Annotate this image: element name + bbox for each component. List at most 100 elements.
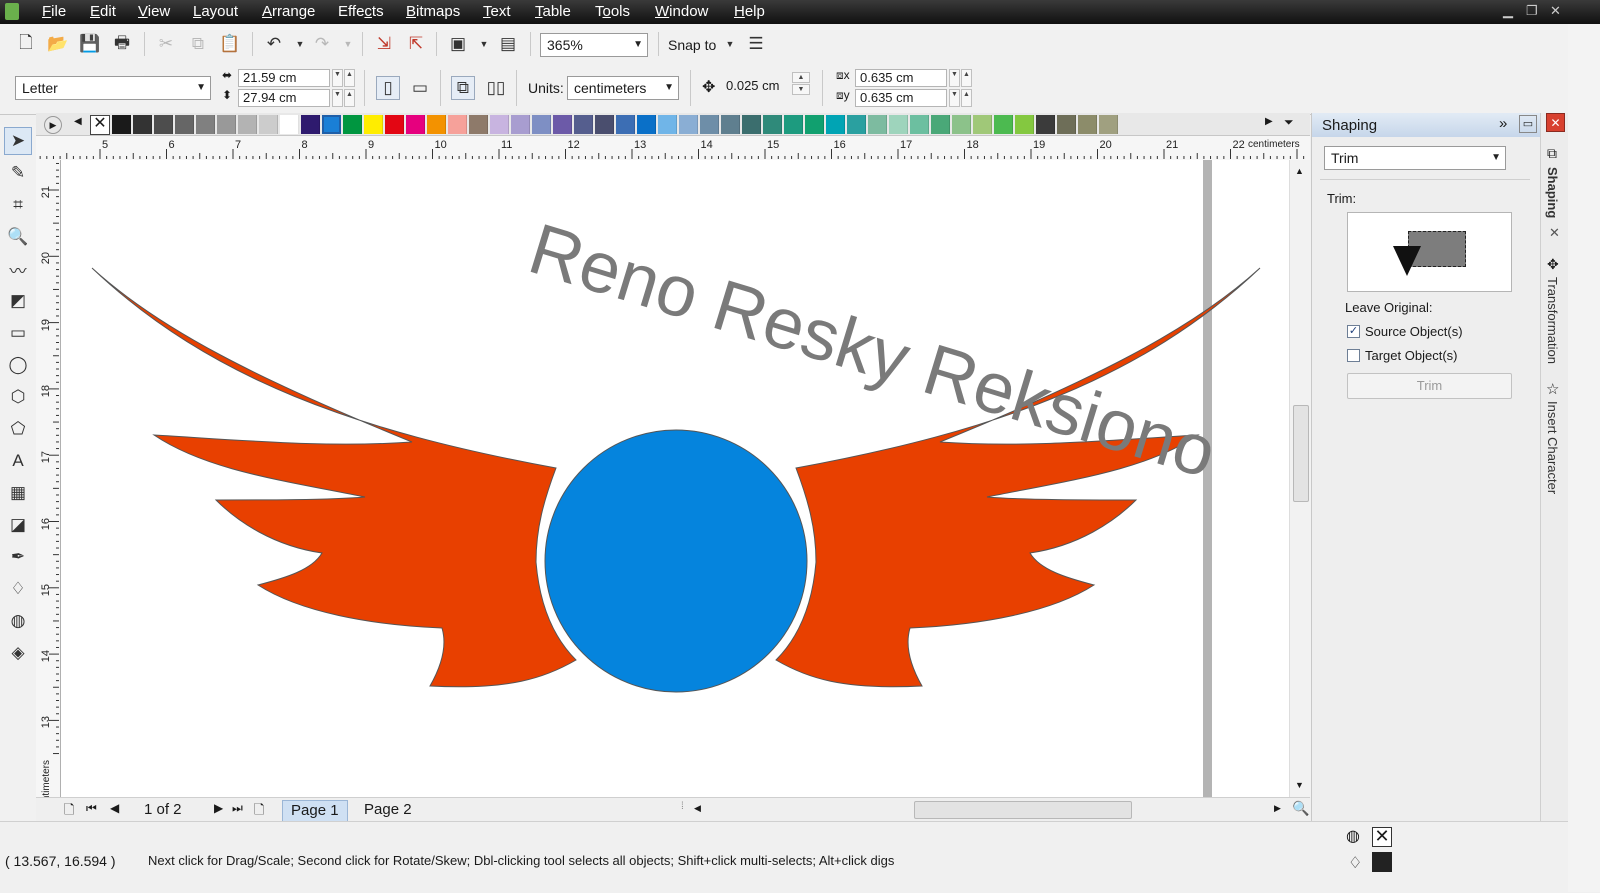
tab-shaping[interactable]: Shaping — [1545, 167, 1560, 218]
color-swatch[interactable] — [973, 115, 992, 134]
duplicate-y-field[interactable]: 0.635 cm — [855, 89, 947, 107]
collapse-docker-icon[interactable]: » — [1499, 115, 1507, 132]
color-swatch[interactable] — [1057, 115, 1076, 134]
color-swatch[interactable] — [532, 115, 551, 134]
color-swatch[interactable] — [133, 115, 152, 134]
cut-icon[interactable]: ✂ — [154, 32, 178, 56]
menu-bitmaps[interactable]: Bitmaps — [406, 3, 460, 20]
tab-page-2[interactable]: Page 2 — [356, 800, 420, 820]
add-page-after-icon[interactable]: 🗋 — [254, 801, 264, 823]
color-swatch[interactable] — [511, 115, 530, 134]
color-swatch[interactable] — [238, 115, 257, 134]
tab-insert-character[interactable]: Insert Character — [1545, 401, 1560, 494]
scroll-down-icon[interactable]: ▼ — [1295, 780, 1304, 790]
zoom-navigator-icon[interactable]: 🔍 — [1292, 800, 1309, 817]
color-swatch[interactable] — [784, 115, 803, 134]
color-swatch[interactable] — [1099, 115, 1118, 134]
height-spinner-up-icon[interactable]: ▲ — [344, 89, 355, 107]
minimize-docker-icon[interactable]: ▭ — [1519, 115, 1537, 133]
color-swatch[interactable] — [994, 115, 1013, 134]
color-swatch[interactable] — [154, 115, 173, 134]
nudge-up-icon[interactable]: ▲ — [792, 72, 810, 83]
smart-fill-tool-icon[interactable]: ◩ — [4, 287, 32, 315]
color-swatch[interactable] — [322, 115, 341, 134]
interactive-fill-tool-icon[interactable]: ◈ — [4, 639, 32, 667]
current-page-icon[interactable]: ▯▯ — [484, 76, 508, 100]
color-swatch[interactable] — [427, 115, 446, 134]
outline-color-swatch[interactable] — [1372, 852, 1392, 872]
color-swatch[interactable] — [343, 115, 362, 134]
color-swatch[interactable] — [1078, 115, 1097, 134]
menu-view[interactable]: View — [138, 3, 170, 20]
color-swatch[interactable] — [1015, 115, 1034, 134]
add-page-before-icon[interactable]: 🗋 — [64, 801, 74, 823]
color-swatch[interactable] — [658, 115, 677, 134]
shaping-mode-combo[interactable]: Trim ▼ — [1324, 146, 1506, 170]
undo-dropdown-icon[interactable]: ▼ — [288, 32, 312, 56]
color-swatch[interactable] — [196, 115, 215, 134]
width-spinner-down-icon[interactable]: ▼ — [332, 69, 343, 87]
minimize-icon[interactable]: ▁ — [1503, 3, 1513, 19]
landscape-icon[interactable]: ▭ — [408, 76, 432, 100]
color-swatch[interactable] — [868, 115, 887, 134]
new-document-icon[interactable]: 🗋 — [14, 32, 38, 56]
shape-tool-icon[interactable]: ✎ — [4, 159, 32, 187]
freehand-tool-icon[interactable]: 〰 — [4, 255, 32, 283]
color-swatch[interactable] — [742, 115, 761, 134]
color-swatch[interactable] — [490, 115, 509, 134]
palette-scroll-left-icon[interactable]: ◀ — [74, 116, 82, 127]
width-spinner-up-icon[interactable]: ▲ — [344, 69, 355, 87]
print-icon[interactable]: 🖶 — [110, 32, 134, 56]
page-height-field[interactable]: 27.94 cm — [238, 89, 330, 107]
palette-menu-icon[interactable]: ⏷ — [1284, 115, 1294, 130]
export-icon[interactable]: ⇱ — [404, 32, 428, 56]
vertical-scrollbar[interactable]: ▲ ▼ — [1289, 160, 1311, 797]
units-combo[interactable]: centimeters ▼ — [567, 76, 679, 100]
launcher-dropdown-icon[interactable]: ▼ — [472, 32, 496, 56]
source-objects-checkbox[interactable]: ✓ — [1347, 325, 1360, 338]
last-page-icon[interactable]: ⏭ — [232, 801, 243, 816]
target-objects-checkbox[interactable] — [1347, 349, 1360, 362]
snap-to-button[interactable]: Snap to — [668, 37, 716, 53]
snap-dropdown-icon[interactable]: ▼ — [718, 32, 742, 56]
color-swatch[interactable] — [826, 115, 845, 134]
fill-tool-icon[interactable]: ◍ — [4, 607, 32, 635]
zoom-tool-icon[interactable]: 🔍 — [4, 223, 32, 251]
nudge-down-icon[interactable]: ▼ — [792, 84, 810, 95]
table-tool-icon[interactable]: ▦ — [4, 479, 32, 507]
undo-icon[interactable]: ↶ — [262, 32, 286, 56]
color-swatch[interactable] — [616, 115, 635, 134]
rectangle-tool-icon[interactable]: ▭ — [4, 319, 32, 347]
redo-icon[interactable]: ↷ — [310, 32, 334, 56]
palette-scroll-right-icon[interactable]: ▶ — [1265, 116, 1273, 127]
page-width-field[interactable]: 21.59 cm — [238, 69, 330, 87]
close-tab-icon[interactable]: ✕ — [1549, 225, 1560, 241]
menu-edit[interactable]: Edit — [90, 3, 116, 20]
color-swatch[interactable] — [700, 115, 719, 134]
trim-apply-button[interactable]: Trim — [1347, 373, 1512, 399]
color-swatch[interactable] — [1036, 115, 1055, 134]
fill-none-swatch[interactable]: ✕ — [1372, 827, 1392, 847]
import-icon[interactable]: ⇲ — [372, 32, 396, 56]
interactive-tool-icon[interactable]: ◪ — [4, 511, 32, 539]
previous-page-icon[interactable]: ◀ — [110, 801, 119, 815]
crop-tool-icon[interactable]: ⌗ — [4, 191, 32, 219]
paste-icon[interactable]: 📋 — [218, 32, 242, 56]
outline-tool-icon[interactable]: ♢ — [4, 575, 32, 603]
first-page-icon[interactable]: ⏮ — [86, 801, 97, 816]
all-pages-icon[interactable]: ⧉ — [451, 76, 475, 100]
color-swatch[interactable] — [112, 115, 131, 134]
color-swatch[interactable] — [259, 115, 278, 134]
menu-file[interactable]: File — [42, 3, 66, 20]
zoom-combo[interactable]: 365% ▼ — [540, 33, 648, 57]
scroll-up-icon[interactable]: ▲ — [1295, 166, 1304, 176]
color-swatch[interactable] — [301, 115, 320, 134]
restore-icon[interactable]: ❐ — [1526, 3, 1538, 19]
text-tool-icon[interactable]: A — [4, 447, 32, 475]
close-docker-icon[interactable]: ✕ — [1546, 113, 1565, 132]
eyedropper-tool-icon[interactable]: ✒ — [4, 543, 32, 571]
dupy-spinner-down-icon[interactable]: ▼ — [949, 89, 960, 107]
color-swatch[interactable] — [469, 115, 488, 134]
next-page-icon[interactable]: ▶ — [214, 801, 223, 815]
menu-window[interactable]: Window — [655, 3, 708, 20]
